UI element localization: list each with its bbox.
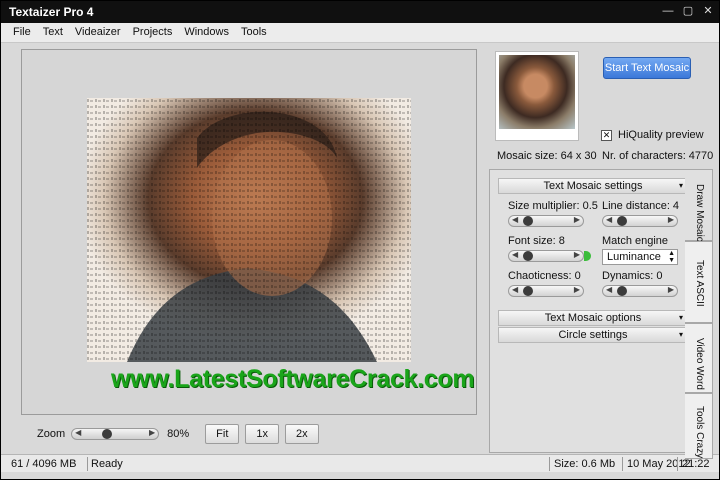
slider-left-arrow-icon[interactable]: ◀ xyxy=(606,285,612,294)
text-mosaic-image xyxy=(87,98,411,362)
zoom-1x-button[interactable]: 1x xyxy=(245,424,280,444)
line-distance-slider[interactable]: ◀ ▶ xyxy=(602,215,678,227)
hiquality-preview-label: HiQuality preview xyxy=(618,129,704,141)
menu-file[interactable]: File xyxy=(7,23,37,42)
font-size-label: Font size: 8 xyxy=(508,235,565,247)
slider-right-arrow-icon[interactable]: ▶ xyxy=(668,285,674,294)
mosaic-size-text: Mosaic size: 64 x 30 xyxy=(497,150,597,162)
font-size-slider[interactable]: ◀ ▶ xyxy=(508,250,584,262)
slider-knob[interactable] xyxy=(617,216,627,226)
match-engine-select[interactable]: Luminance ▲ ▼ xyxy=(602,249,678,265)
zoom-slider[interactable]: ◀ ▶ xyxy=(71,428,160,440)
source-image xyxy=(499,55,575,129)
slider-left-arrow-icon[interactable]: ◀ xyxy=(512,285,518,294)
slider-knob[interactable] xyxy=(617,286,627,296)
tab-label: Tools Crazy xyxy=(694,406,705,459)
zoom-bar: Zoom ◀ ▶ 80% Fit 1x 2x xyxy=(21,423,319,445)
slider-knob[interactable] xyxy=(523,216,533,226)
tab-text-ascii[interactable]: Text ASCII xyxy=(685,241,713,323)
slider-right-arrow-icon[interactable]: ▶ xyxy=(574,215,580,224)
tab-tools-crazy[interactable]: Tools Crazy xyxy=(685,393,713,459)
menu-tools[interactable]: Tools xyxy=(235,23,273,42)
zoom-fit-button[interactable]: Fit xyxy=(205,424,240,444)
slider-right-arrow-icon[interactable]: ▶ xyxy=(574,250,580,259)
text-mosaic-settings-header[interactable]: Text Mosaic settings ▾ xyxy=(498,178,688,194)
status-time: 21:22 xyxy=(682,458,710,470)
maximize-button[interactable]: ▢ xyxy=(681,4,695,18)
circle-settings-header[interactable]: Circle settings ▾ xyxy=(498,327,688,343)
size-multiplier-label: Size multiplier: 0.5 xyxy=(508,200,598,212)
line-distance-label: Line distance: 4 xyxy=(602,200,680,212)
nr-characters-text: Nr. of characters: 4770 xyxy=(602,150,714,162)
start-text-mosaic-button[interactable]: Start Text Mosaic xyxy=(603,57,691,79)
watermark-text: www.LatestSoftwareCrack.com xyxy=(111,365,475,393)
match-engine-label: Match engine xyxy=(602,235,669,247)
close-button[interactable]: ✕ xyxy=(701,4,715,18)
slider-right-arrow-icon[interactable]: ▶ xyxy=(574,285,580,294)
menu-bar: File Text Videaizer Projects Windows Too… xyxy=(1,23,719,43)
chevron-down-icon: ▾ xyxy=(678,313,683,322)
menu-videaizer[interactable]: Videaizer xyxy=(69,23,127,42)
menu-text[interactable]: Text xyxy=(37,23,69,42)
chaoticness-slider[interactable]: ◀ ▶ xyxy=(508,285,584,297)
title-bar: Textaizer Pro 4 — ▢ ✕ xyxy=(1,1,719,23)
tab-label: Draw Mosaic xyxy=(694,184,705,242)
section-title: Text Mosaic options xyxy=(544,312,642,324)
tab-label: Text ASCII xyxy=(694,260,705,307)
tab-video-word[interactable]: Video Word xyxy=(685,323,713,393)
status-memory: 61 / 4096 MB xyxy=(11,458,77,470)
zoom-2x-button[interactable]: 2x xyxy=(285,424,319,444)
slider-right-arrow-icon[interactable]: ▶ xyxy=(668,215,674,224)
chevron-down-icon: ▾ xyxy=(678,330,683,339)
app-window: Textaizer Pro 4 — ▢ ✕ File Text Videaize… xyxy=(0,0,720,480)
spinner-icon[interactable]: ▲ ▼ xyxy=(668,250,675,264)
zoom-slider-knob[interactable] xyxy=(102,429,113,439)
match-engine-value: Luminance xyxy=(607,251,661,263)
tab-draw-mosaic[interactable]: Draw Mosaic xyxy=(685,169,713,242)
zoom-value: 80% xyxy=(167,428,190,440)
size-multiplier-slider[interactable]: ◀ ▶ xyxy=(508,215,584,227)
settings-panel: Text Mosaic settings ▾ Size multiplier: … xyxy=(489,169,695,453)
hiquality-preview-option[interactable]: ✕ HiQuality preview xyxy=(601,129,704,141)
section-title: Circle settings xyxy=(558,329,628,341)
source-image-thumbnail[interactable] xyxy=(495,51,579,141)
dynamics-slider[interactable]: ◀ ▶ xyxy=(602,285,678,297)
chaoticness-label: Chaoticness: 0 xyxy=(508,270,581,282)
dynamics-label: Dynamics: 0 xyxy=(602,270,663,282)
window-title: Textaizer Pro 4 xyxy=(9,5,94,19)
section-title: Text Mosaic settings xyxy=(543,180,643,192)
text-mosaic-options-header[interactable]: Text Mosaic options ▾ xyxy=(498,310,688,326)
tab-label: Video Word xyxy=(694,338,705,390)
slider-right-arrow-icon[interactable]: ▶ xyxy=(149,428,155,437)
font-color-indicator[interactable] xyxy=(584,251,591,261)
hiquality-preview-checkbox[interactable]: ✕ xyxy=(601,129,612,141)
zoom-label: Zoom xyxy=(37,428,66,440)
menu-projects[interactable]: Projects xyxy=(127,23,179,42)
slider-left-arrow-icon[interactable]: ◀ xyxy=(606,215,612,224)
status-size: Size: 0.6 Mb xyxy=(554,458,616,470)
minimize-button[interactable]: — xyxy=(661,4,675,18)
slider-knob[interactable] xyxy=(523,286,533,296)
menu-windows[interactable]: Windows xyxy=(178,23,235,42)
slider-knob[interactable] xyxy=(523,251,533,261)
slider-left-arrow-icon[interactable]: ◀ xyxy=(512,250,518,259)
slider-left-arrow-icon[interactable]: ◀ xyxy=(512,215,518,224)
status-bar: 61 / 4096 MB Ready Size: 0.6 Mb 10 May 2… xyxy=(1,454,719,472)
slider-left-arrow-icon[interactable]: ◀ xyxy=(75,428,81,437)
chevron-down-icon: ▾ xyxy=(678,181,683,190)
status-state: Ready xyxy=(91,458,123,470)
text-mosaic-art xyxy=(87,98,411,362)
